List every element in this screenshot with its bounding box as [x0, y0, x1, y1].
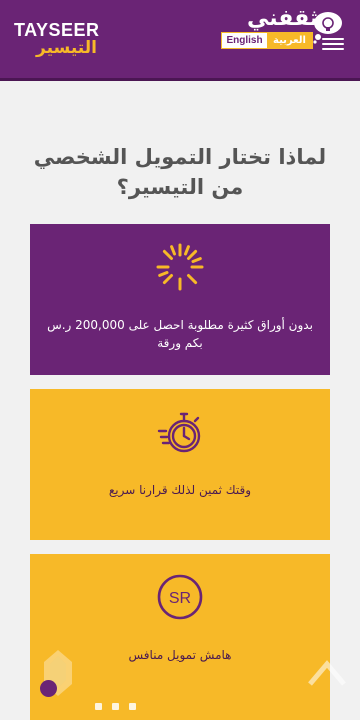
sunburst-icon — [156, 243, 204, 291]
hamburger-menu-icon[interactable] — [322, 38, 344, 50]
footer-social-links — [95, 701, 295, 711]
logo-ar-text: التيسير — [36, 38, 97, 58]
feature-card-no-paperwork: بدون أوراق كثيرة مطلوبة احصل على 200,000… — [30, 224, 330, 375]
watermark-chevron-icon — [308, 660, 346, 686]
card-text: بدون أوراق كثيرة مطلوبة احصل على 200,000… — [47, 318, 313, 350]
social-icon — [129, 702, 136, 710]
tayseer-logo[interactable]: TAYSEER التيسير — [14, 20, 106, 60]
social-icon — [95, 702, 102, 710]
brand-name: ثقفني — [247, 6, 319, 31]
social-link[interactable] — [129, 701, 136, 711]
sr-currency-icon: SR — [157, 574, 203, 620]
sr-icon-text: SR — [169, 590, 191, 607]
social-link[interactable] — [95, 701, 102, 711]
language-switcher: English العربية — [221, 32, 313, 49]
social-icon — [112, 702, 119, 710]
page-heading: لماذا تختار التمويل الشخصي من التيسير؟ — [33, 145, 327, 199]
top-header: TAYSEER التيسير ثقفني English العربية — [0, 0, 360, 81]
social-link[interactable] — [112, 701, 119, 711]
lang-english-button[interactable]: English — [222, 33, 267, 48]
feature-card-fast-decision: وقتك ثمين لذلك قرارنا سريع — [30, 389, 330, 540]
card-text: هامش تمويل منافس — [128, 648, 232, 662]
lang-arabic-button[interactable]: العربية — [267, 33, 312, 48]
stopwatch-icon — [157, 412, 201, 453]
watermark-badge — [40, 680, 57, 697]
card-text: وقتك ثمين لذلك قرارنا سريع — [108, 483, 252, 497]
